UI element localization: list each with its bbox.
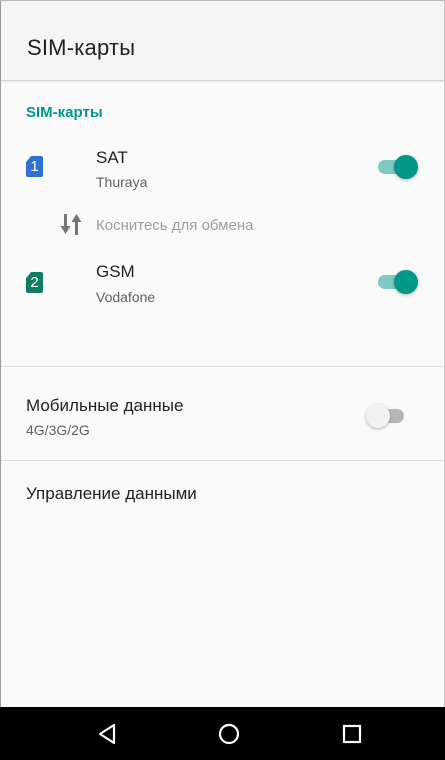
sim-1-name: SAT: [96, 148, 128, 167]
sim-1-toggle[interactable]: [376, 153, 420, 181]
data-management-row[interactable]: Управление данными: [0, 462, 445, 526]
sim-2-operator: Vodafone: [96, 289, 156, 305]
app-bar: SIM-карты: [1, 1, 444, 81]
sim-1-operator: Thuraya: [96, 174, 148, 190]
sim-row-1[interactable]: 1 SAT Thuraya: [0, 140, 445, 196]
recents-icon[interactable]: [338, 720, 366, 748]
swap-label: Коснитесь для обмена: [96, 217, 254, 234]
data-management-title: Управление данными: [26, 484, 197, 503]
home-icon[interactable]: [215, 720, 243, 748]
sim-row-2[interactable]: 2 GSM Vodafone: [0, 252, 445, 308]
sim-card-1-icon: 1: [26, 156, 43, 177]
toggle-thumb: [394, 270, 418, 294]
swap-vert-icon: [60, 214, 82, 235]
mobile-data-title: Мобильные данные: [26, 396, 184, 415]
navigation-bar: [0, 707, 445, 760]
divider: [1, 366, 444, 367]
sim-2-name: GSM: [96, 262, 135, 281]
sim-2-toggle[interactable]: [376, 268, 420, 296]
toggle-thumb: [366, 404, 390, 428]
back-icon[interactable]: [94, 720, 122, 748]
sim-card-2-icon: 2: [26, 272, 43, 293]
mobile-data-toggle[interactable]: [366, 402, 410, 430]
divider: [1, 460, 444, 461]
toggle-thumb: [394, 155, 418, 179]
swap-sim-row[interactable]: Коснитесь для обмена: [0, 210, 445, 240]
mobile-data-subtitle: 4G/3G/2G: [26, 422, 90, 438]
section-header-sim-cards: SIM-карты: [26, 104, 103, 121]
page-title: SIM-карты: [27, 35, 136, 60]
mobile-data-row[interactable]: Мобильные данные 4G/3G/2G: [0, 380, 445, 458]
